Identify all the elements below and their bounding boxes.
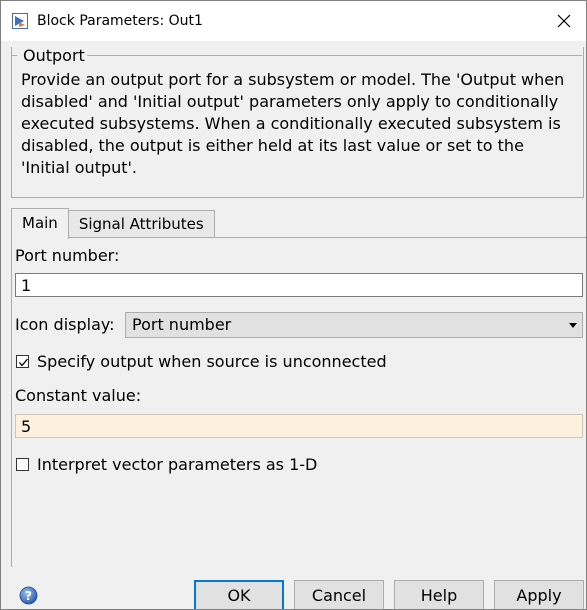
title-bar[interactable]: Block Parameters: Out1: [1, 1, 586, 41]
close-button[interactable]: [542, 1, 586, 41]
constant-value-label: Constant value:: [15, 386, 142, 405]
interpret-vector-label[interactable]: Interpret vector parameters as 1-D: [37, 455, 317, 475]
help-button[interactable]: Help: [394, 580, 484, 609]
tab-bar: Main Signal Attributes: [11, 208, 215, 239]
simulink-app-icon: [12, 13, 28, 29]
window-title: Block Parameters: Out1: [37, 13, 203, 29]
checkmark-icon: [19, 358, 28, 367]
block-parameters-dialog: Block Parameters: Out1 Outport Provide a…: [0, 0, 587, 610]
tab-panel-border: [11, 237, 12, 567]
group-border: [11, 55, 17, 56]
specify-output-checkbox[interactable]: [16, 355, 29, 368]
group-border: [84, 55, 582, 56]
specify-output-label[interactable]: Specify output when source is unconnecte…: [37, 352, 387, 372]
icon-display-selected: Port number: [132, 315, 232, 334]
cancel-button[interactable]: Cancel: [294, 580, 384, 609]
tab-signal-attributes[interactable]: Signal Attributes: [67, 210, 215, 238]
icon-display-dropdown[interactable]: Port number: [125, 312, 583, 338]
chevron-down-icon: [569, 323, 577, 328]
block-description: Provide an output port for a subsystem o…: [21, 70, 565, 177]
tab-panel-border: [11, 237, 586, 238]
svg-text:?: ?: [25, 589, 32, 603]
close-icon: [557, 14, 571, 28]
tab-main[interactable]: Main: [11, 208, 69, 239]
port-number-field[interactable]: 1: [15, 273, 583, 297]
constant-value-field[interactable]: 5: [15, 414, 583, 438]
ok-button[interactable]: OK: [194, 580, 284, 609]
port-number-label: Port number:: [15, 246, 120, 265]
apply-button[interactable]: Apply: [494, 580, 584, 609]
block-type-title: Outport: [21, 46, 87, 65]
interpret-vector-checkbox[interactable]: [16, 458, 29, 471]
help-icon[interactable]: ?: [19, 586, 38, 605]
icon-display-label: Icon display:: [15, 315, 115, 334]
